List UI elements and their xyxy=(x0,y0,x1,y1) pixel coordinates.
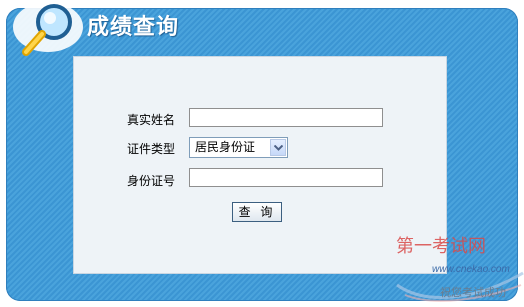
query-form xyxy=(73,56,447,274)
watermark-slogan: 祝您考试成功 xyxy=(440,286,506,299)
watermark-url: www.cnekao.com xyxy=(432,264,510,275)
id-type-selected-value: 居民身份证 xyxy=(195,140,256,154)
chevron-down-icon xyxy=(274,145,283,151)
id-number-label: 身份证号 xyxy=(127,174,176,188)
id-type-label: 证件类型 xyxy=(127,142,176,156)
select-dropdown-button[interactable] xyxy=(270,139,286,156)
query-button[interactable]: 查 询 xyxy=(232,202,282,222)
page-title: 成绩查询 xyxy=(87,15,180,40)
watermark-site-name: 第一考试网 xyxy=(396,236,486,257)
name-label: 真实姓名 xyxy=(127,113,176,127)
name-input[interactable] xyxy=(189,108,383,127)
id-type-select[interactable]: 居民身份证 xyxy=(189,137,288,158)
id-number-input[interactable] xyxy=(189,168,383,187)
